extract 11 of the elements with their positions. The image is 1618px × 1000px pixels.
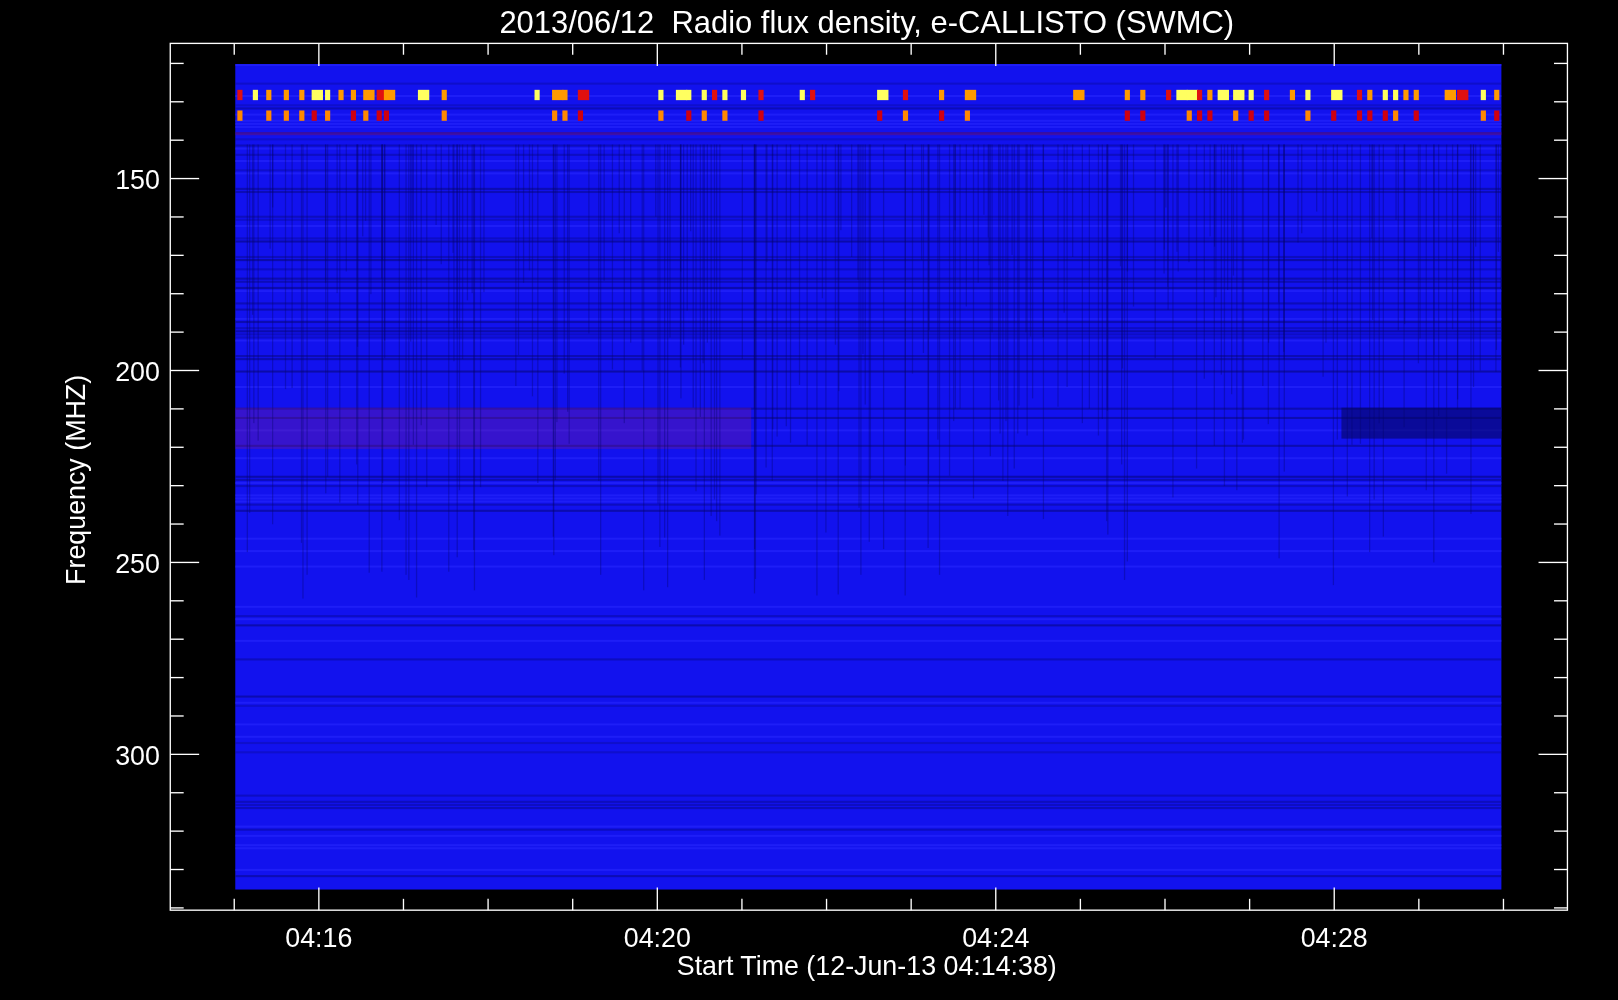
- x-tick-label: 04:28: [1300, 923, 1368, 954]
- y-tick-label: 150: [115, 164, 160, 195]
- x-tick-label: 04:24: [962, 923, 1030, 954]
- y-tick-label: 250: [115, 548, 160, 579]
- x-tick-label: 04:16: [285, 923, 353, 954]
- plot-title: 2013/06/12 Radio flux density, e-CALLISTO (SWMC): [499, 5, 1235, 41]
- y-axis-label: Frequency (MHZ): [60, 374, 91, 585]
- y-tick-label: 200: [115, 356, 160, 387]
- y-tick-label: 300: [115, 740, 160, 771]
- x-tick-label: 04:20: [623, 923, 691, 954]
- x-axis-label: Start Time (12-Jun-13 04:14:38): [676, 951, 1057, 982]
